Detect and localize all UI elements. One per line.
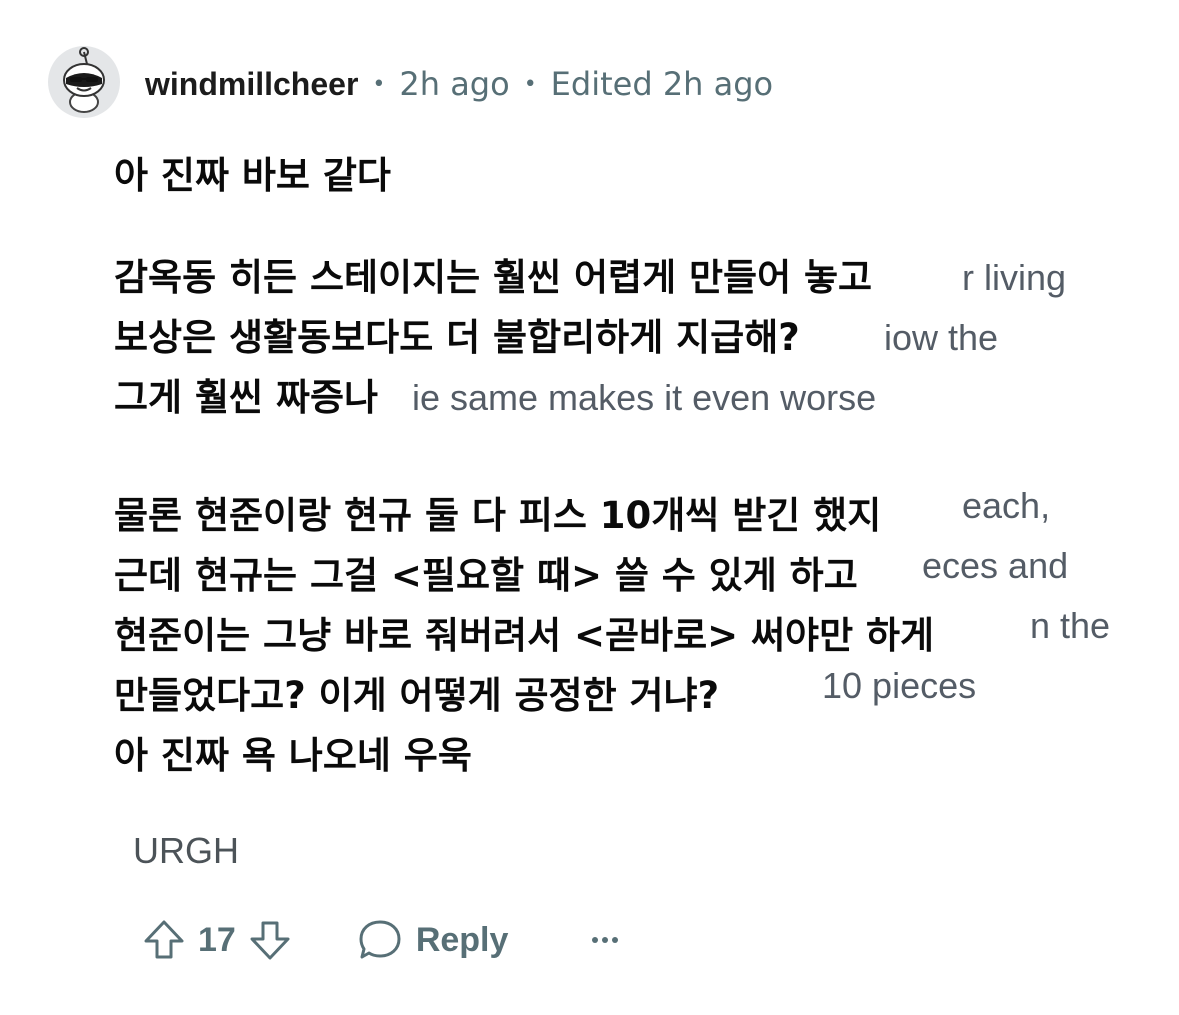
background-fragment: 10 pieces (822, 665, 977, 706)
reply-button[interactable]: Reply (356, 916, 509, 964)
background-fragment: n the (1030, 605, 1111, 646)
korean-line: 만들었다고? 이게 어떻게 공정한 거냐? (114, 672, 724, 720)
reply-label: Reply (415, 920, 509, 959)
comment: windmillcheer • 2h ago • Edited 2h ago r… (0, 0, 1179, 1015)
korean-line: 아 진짜 바보 같다 (114, 152, 395, 200)
background-fragment: r living (962, 257, 1067, 298)
arrow-down-icon[interactable] (246, 916, 294, 964)
background-fragment: each, (962, 485, 1051, 526)
korean-line: 감옥동 히든 스테이지는 훨씬 어렵게 만들어 놓고 (114, 254, 877, 302)
korean-line: 현준이는 그냥 바로 줘버려서 <곧바로> 써야만 하게 (114, 612, 939, 660)
background-fragment: ie same makes it even worse (412, 377, 877, 418)
background-fragment: eces and (922, 545, 1069, 586)
speech-bubble-icon (356, 916, 404, 964)
background-fragment: iow the (884, 317, 999, 358)
korean-line: 근데 현규는 그걸 <필요할 때> 쓸 수 있게 하고 (114, 552, 862, 600)
korean-line: 물론 현준이랑 현규 둘 다 피스 10개씩 받긴 했지 (114, 492, 886, 540)
ellipsis-icon[interactable] (592, 937, 619, 943)
vote-count: 17 (198, 920, 236, 959)
korean-line: 보상은 생활동보다도 더 불합리하게 지급해? (114, 314, 804, 362)
korean-line: 그게 훨씬 짜증나 (114, 374, 383, 422)
korean-line: 아 진짜 욕 나오네 우욱 (114, 732, 476, 780)
comment-last-line: URGH (133, 830, 239, 871)
comment-actions: 17 Reply (140, 908, 619, 972)
arrow-up-icon[interactable] (140, 916, 188, 964)
